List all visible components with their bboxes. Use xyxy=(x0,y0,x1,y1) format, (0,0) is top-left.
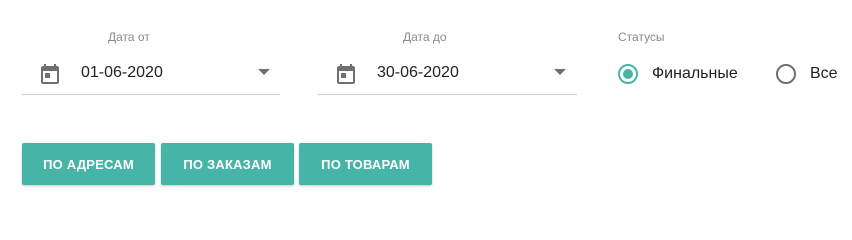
calendar-icon[interactable] xyxy=(38,62,62,86)
radio-all-label: Все xyxy=(810,65,838,82)
radio-final-label: Финальные xyxy=(652,65,738,82)
radio-checked-icon[interactable] xyxy=(618,64,638,84)
by-products-button[interactable]: ПО ТОВАРАМ xyxy=(299,143,432,185)
date-to-field[interactable]: Дата до 30-06-2020 xyxy=(318,30,577,100)
statuses-radio-group: Статусы Финальные Все xyxy=(618,30,852,100)
date-to-label: Дата до xyxy=(403,30,447,44)
radio-all[interactable]: Все xyxy=(776,61,838,87)
date-from-input[interactable]: 01-06-2020 xyxy=(22,58,280,95)
date-from-value: 01-06-2020 xyxy=(81,64,163,81)
date-from-label: Дата от xyxy=(108,30,150,44)
date-to-value: 30-06-2020 xyxy=(377,64,459,81)
date-to-input[interactable]: 30-06-2020 xyxy=(318,58,577,95)
radio-final[interactable]: Финальные xyxy=(618,61,738,87)
date-from-field[interactable]: Дата от 01-06-2020 xyxy=(22,30,280,100)
dropdown-arrow-icon[interactable] xyxy=(554,69,566,75)
radio-unchecked-icon[interactable] xyxy=(776,64,796,84)
by-addresses-button[interactable]: ПО АДРЕСАМ xyxy=(22,143,155,185)
statuses-label: Статусы xyxy=(618,30,665,44)
by-orders-button[interactable]: ПО ЗАКАЗАМ xyxy=(161,143,294,185)
calendar-icon[interactable] xyxy=(334,62,358,86)
dropdown-arrow-icon[interactable] xyxy=(258,69,270,75)
